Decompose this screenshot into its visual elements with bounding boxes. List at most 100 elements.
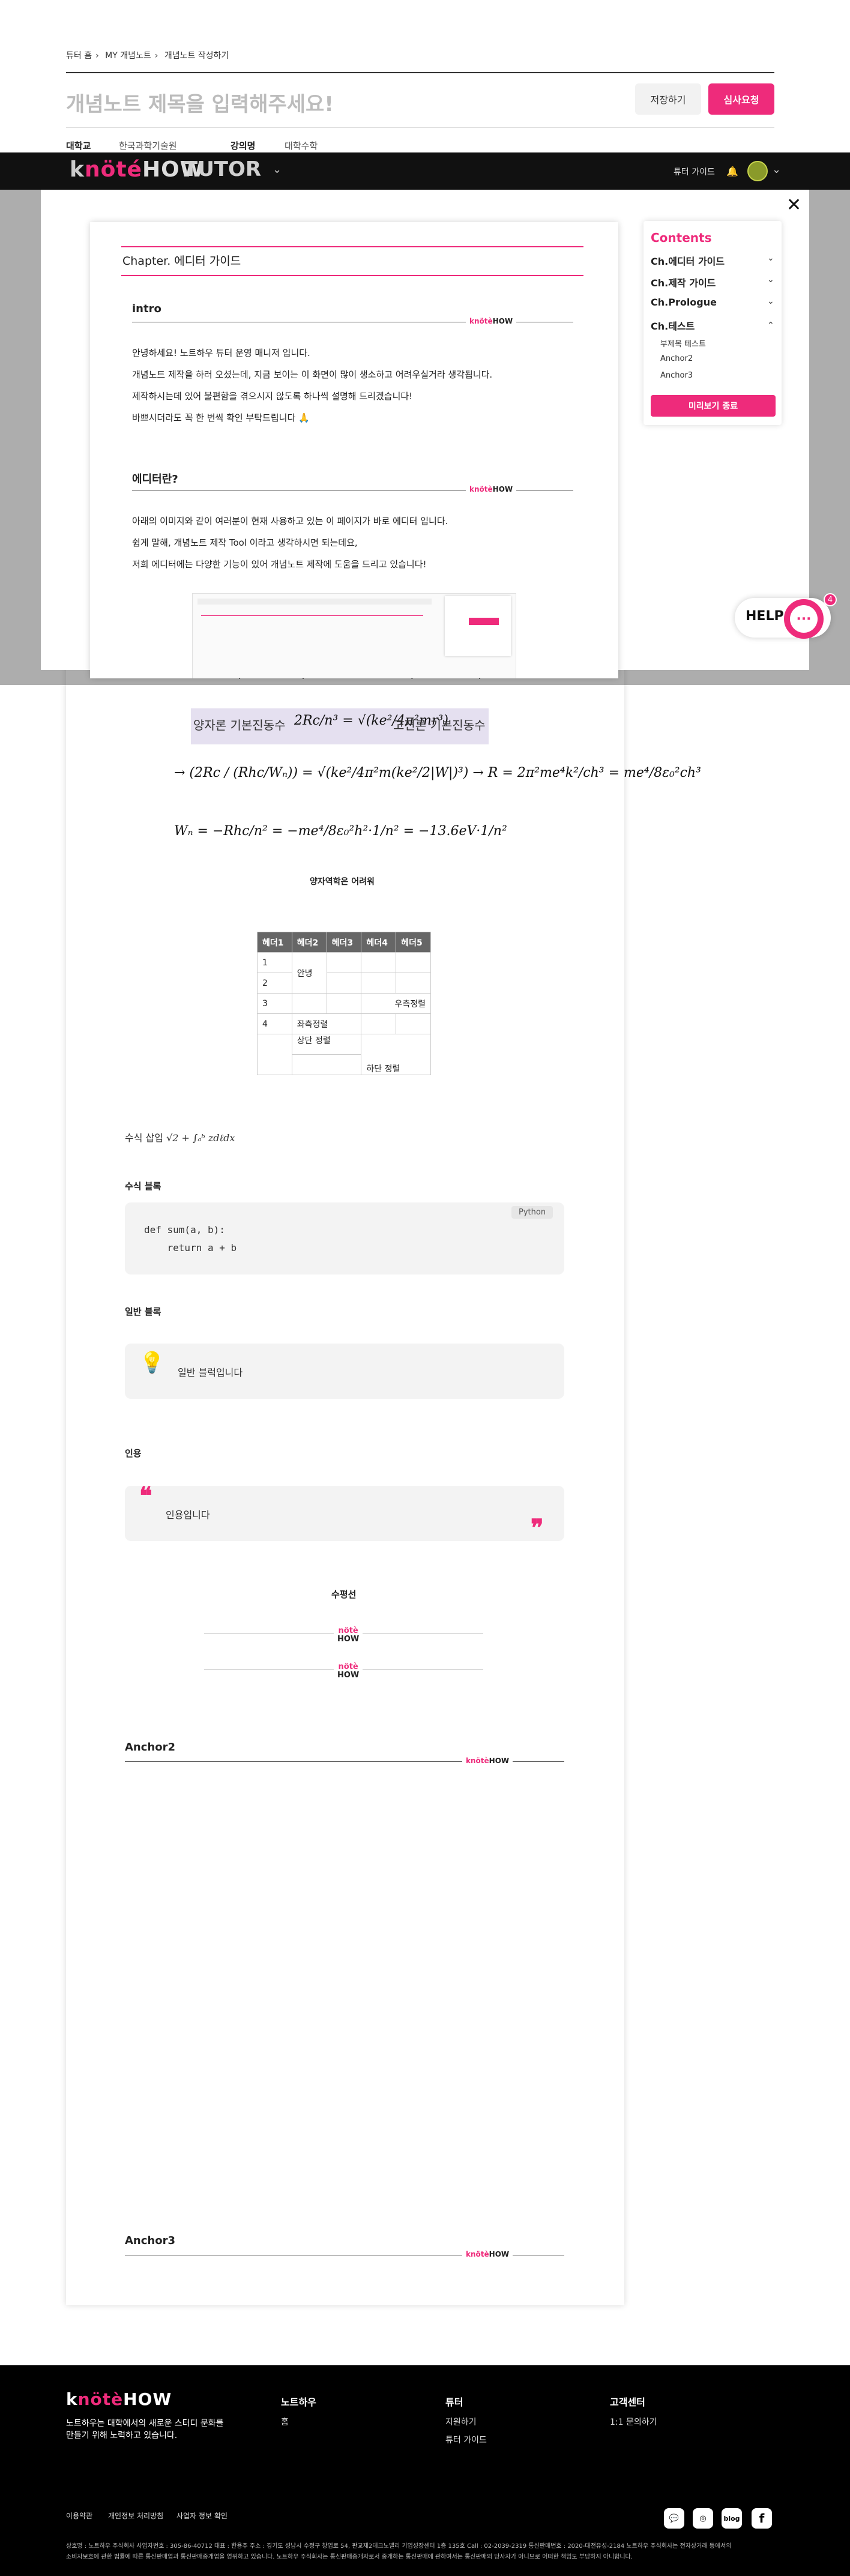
table-cell: 2 (257, 973, 292, 994)
chevron-down-icon[interactable]: ⌄ (273, 163, 282, 176)
editor-heading: 에디터란? (132, 473, 178, 486)
chevron-down-icon[interactable]: ⌄ (767, 275, 774, 285)
chat-button[interactable]: ··· (784, 599, 824, 639)
privacy-link[interactable]: 개인정보 처리방침 (108, 2511, 163, 2521)
anchor3-heading: Anchor3 (125, 2234, 175, 2247)
footer-link[interactable]: 튜터 가이드 (445, 2434, 487, 2446)
table-cell (396, 973, 431, 994)
breadcrumb-item[interactable]: 튜터 홈 (66, 51, 92, 61)
notification-badge: 4 (824, 593, 837, 606)
table-cell (257, 1034, 292, 1075)
footer-link[interactable]: 홈 (281, 2416, 289, 2428)
table-cell: 하단 정렬 (361, 1034, 431, 1075)
table-cell: 1 (257, 952, 292, 973)
table-cell (361, 952, 397, 973)
section-logo: knötèHOW (462, 1757, 513, 1765)
formula-derivation: → (2Rc / (Rhc/Wₙ)) = √(ke²/4π²m(ke²/2|W|… (174, 765, 701, 780)
course-value[interactable]: 대학수학 (285, 139, 318, 152)
tutor-guide-link[interactable]: 튜터 가이드 (674, 166, 715, 178)
formula-label: 고전론 기본진동수 (393, 718, 486, 732)
divider (66, 127, 774, 128)
toc-item[interactable]: Ch.Prologue (651, 297, 717, 308)
terms-link[interactable]: 이용약관 (66, 2511, 92, 2521)
help-label: HELP (746, 609, 784, 624)
contents-title: Contents (651, 231, 712, 245)
quote-open-icon: ❝ (139, 1482, 152, 1510)
business-info-link[interactable]: 사업자 정보 확인 (176, 2511, 228, 2521)
save-button[interactable]: 저장하기 (635, 83, 701, 115)
chapter-divider (121, 246, 583, 247)
inline-formula-label: 수식 삽입 √2 + ∫ₐᵇ zdℓdx (125, 1132, 235, 1144)
chevron-up-icon[interactable]: ⌃ (767, 321, 774, 330)
toc-subitem[interactable]: Anchor3 (660, 371, 693, 380)
table-header: 헤더2 (291, 932, 327, 953)
close-icon[interactable]: ✕ (786, 195, 801, 216)
intro-heading: intro (132, 303, 161, 315)
contents-mock (445, 596, 511, 656)
legal-text: 상호명 : 노트하우 주식회사 사업자번호 : 305-86-40712 대표 … (66, 2543, 732, 2550)
footer-link[interactable]: 지원하기 (445, 2416, 477, 2428)
university-label: 대학교 (66, 140, 91, 151)
lightbulb-icon: 💡 (139, 1351, 165, 1375)
preview-document: Chapter. 에디터 가이드 intro knötèHOW 안녕하세요! 노… (90, 222, 618, 678)
table-row: 3 우측정렬 (257, 993, 431, 1014)
avatar[interactable] (747, 161, 768, 181)
note-title-input[interactable]: 개념노트 제목을 입력해주세요! (66, 88, 334, 117)
table-cell: 상단 정렬 (291, 1034, 362, 1055)
kakao-icon[interactable]: 💬 (664, 2508, 684, 2529)
table-cell (396, 952, 431, 973)
breadcrumb-item: 개념노트 작성하기 (164, 51, 229, 61)
section-logo: knötèHOW (466, 485, 517, 493)
footer-col-heading: 고객센터 (610, 2397, 645, 2408)
plain-block-text: 일반 블럭입니다 (178, 1367, 243, 1378)
brand-sub: TUTOR (184, 157, 262, 181)
breadcrumb: 튜터 홈 › MY 개념노트 › 개념노트 작성하기 (66, 49, 232, 61)
toc-subitem[interactable]: 부제목 테스트 (660, 337, 706, 349)
table-cell (396, 1013, 431, 1034)
section-logo: knötèHOW (462, 2250, 513, 2258)
chapter-divider (121, 275, 583, 276)
toc-item[interactable]: Ch.에디터 가이드 (651, 253, 725, 268)
instagram-icon[interactable]: ◎ (693, 2508, 713, 2529)
table-cell (361, 973, 397, 994)
chapter-title: Chapter. 에디터 가이드 (122, 255, 241, 268)
contents-panel: Contents Ch.에디터 가이드 ⌄ Ch.제작 가이드 ⌄ Ch.Pro… (644, 221, 782, 425)
blog-icon[interactable]: blog (722, 2508, 742, 2529)
table-cell: 안녕 (291, 952, 327, 994)
anchor2-heading: Anchor2 (125, 1741, 175, 1754)
table-row: 1 안녕 (257, 952, 431, 994)
bell-icon[interactable]: 🔔 (726, 166, 738, 177)
chevron-down-icon[interactable]: ⌄ (767, 297, 774, 306)
review-request-button[interactable]: 심사요청 (708, 83, 774, 115)
code-block-heading: 수식 블록 (125, 1181, 161, 1192)
table-row: 2 (257, 973, 431, 994)
editor-text: 아래의 이미지와 같이 여러분이 현재 사용하고 있는 이 페이지가 바로 에디… (132, 516, 448, 570)
table-cell (326, 973, 362, 994)
chevron-right-icon: › (95, 51, 99, 61)
university-value[interactable]: 한국과학기술원 (119, 139, 177, 152)
table-row: 상단 정렬 하단 정렬 (257, 1034, 431, 1075)
footer-description: 만들기 위해 노력하고 있습니다. (66, 2431, 178, 2440)
formula-caption: 양자역학은 어려워 (310, 877, 375, 887)
table-cell (291, 1054, 362, 1075)
course-label: 강의명 (231, 140, 256, 151)
toc-item[interactable]: Ch.제작 가이드 (651, 275, 716, 289)
data-table: 헤더1 헤더2 헤더3 헤더4 헤더5 1 안녕 2 3 우측정렬 4 좌측정렬… (257, 932, 431, 1075)
code-language-badge[interactable]: Python (511, 1206, 553, 1219)
breadcrumb-item[interactable]: MY 개념노트 (105, 51, 151, 61)
toc-subitem[interactable]: Anchor2 (660, 354, 693, 363)
table-header: 헤더5 (396, 932, 431, 953)
toc-item[interactable]: Ch.테스트 (651, 318, 695, 333)
help-widget[interactable]: HELP ··· 4 (735, 593, 837, 639)
title-mock (201, 615, 423, 616)
section-logo: knötèHOW (466, 317, 517, 325)
footer-link[interactable]: 1:1 문의하기 (610, 2416, 657, 2428)
chevron-down-icon[interactable]: ⌄ (772, 163, 781, 176)
top-navbar: knötéHOW TUTOR ⌄ 튜터 가이드 🔔 ⌄ (0, 152, 850, 190)
table-cell: 3 (257, 993, 292, 1014)
chevron-down-icon[interactable]: ⌄ (767, 253, 774, 263)
end-preview-button[interactable]: 미리보기 종료 (651, 395, 776, 417)
footer-logo[interactable]: knötèHOW (66, 2389, 172, 2409)
table-header: 헤더1 (257, 932, 292, 953)
facebook-icon[interactable]: f (752, 2508, 772, 2529)
